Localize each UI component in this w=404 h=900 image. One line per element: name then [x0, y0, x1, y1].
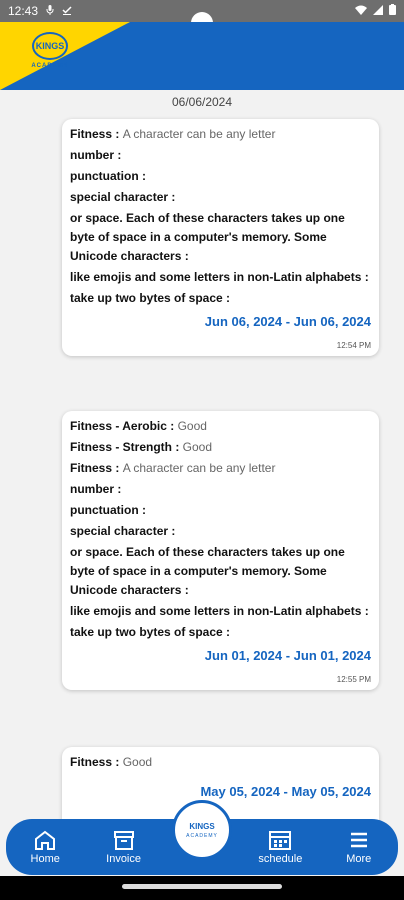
nav-more[interactable]: More [329, 830, 389, 865]
card-line: take up two bytes of space : [70, 291, 231, 305]
calendar-icon [267, 830, 293, 850]
nav-schedule[interactable]: schedule [250, 830, 310, 865]
nav-center-logo-button[interactable]: KINGS ACADEMY [172, 800, 232, 860]
card-line: like emojis and some letters in non-Lati… [70, 270, 369, 284]
date-header: 06/06/2024 [171, 95, 233, 109]
card-line: Fitness - Strength : Good [70, 440, 213, 454]
nav-more-label: More [346, 852, 372, 865]
card-line: number : [70, 148, 122, 162]
menu-icon [346, 830, 372, 850]
card-date-range: Jun 06, 2024 - Jun 06, 2024 [204, 314, 371, 329]
home-indicator[interactable] [122, 884, 282, 889]
status-time: 12:43 [8, 4, 39, 18]
battery-icon [389, 4, 396, 18]
progress-card[interactable]: Fitness - Aerobic : Good Fitness - Stren… [62, 411, 379, 690]
card-line: punctuation : [70, 169, 146, 183]
center-logo-text: ACADEMY [186, 832, 218, 839]
card-line: special character : [70, 524, 176, 538]
card-line: Fitness : A character can be any letter [70, 127, 276, 141]
card-line: take up two bytes of space : [70, 625, 231, 639]
academy-logo[interactable]: KINGS ACADEMY [20, 32, 80, 80]
nav-home-label: Home [30, 852, 60, 865]
card-line: or space. Each of these characters takes… [70, 545, 345, 597]
nav-invoice[interactable]: Invoice [94, 830, 154, 865]
card-timestamp: 12:55 PM [336, 675, 371, 684]
check-icon [62, 4, 72, 18]
card-line: number : [70, 482, 122, 496]
logo-text: ACADEMY [31, 63, 69, 69]
center-logo-mark: KINGS [189, 821, 215, 831]
card-timestamp: 12:54 PM [336, 341, 371, 350]
progress-card[interactable]: Fitness : A character can be any letter … [62, 119, 379, 356]
home-icon [32, 830, 58, 850]
nav-invoice-label: Invoice [106, 852, 141, 865]
signal-icon [373, 4, 383, 18]
card-line: like emojis and some letters in non-Lati… [70, 604, 369, 618]
app-header: KINGS ACADEMY [0, 22, 404, 90]
card-line: Fitness : A character can be any letter [70, 461, 276, 475]
card-line: or space. Each of these characters takes… [70, 211, 345, 263]
card-date-range: May 05, 2024 - May 05, 2024 [200, 784, 371, 799]
card-line: Fitness : Good [70, 755, 153, 769]
nav-home[interactable]: Home [15, 830, 75, 865]
wifi-icon [355, 4, 367, 18]
logo-mark: KINGS [32, 32, 68, 60]
card-line: Fitness - Aerobic : Good [70, 419, 207, 433]
mic-icon [46, 4, 54, 18]
card-line: punctuation : [70, 503, 146, 517]
card-line: special character : [70, 190, 176, 204]
archive-icon [111, 830, 137, 850]
card-date-range: Jun 01, 2024 - Jun 01, 2024 [204, 648, 371, 663]
nav-schedule-label: schedule [258, 852, 303, 865]
